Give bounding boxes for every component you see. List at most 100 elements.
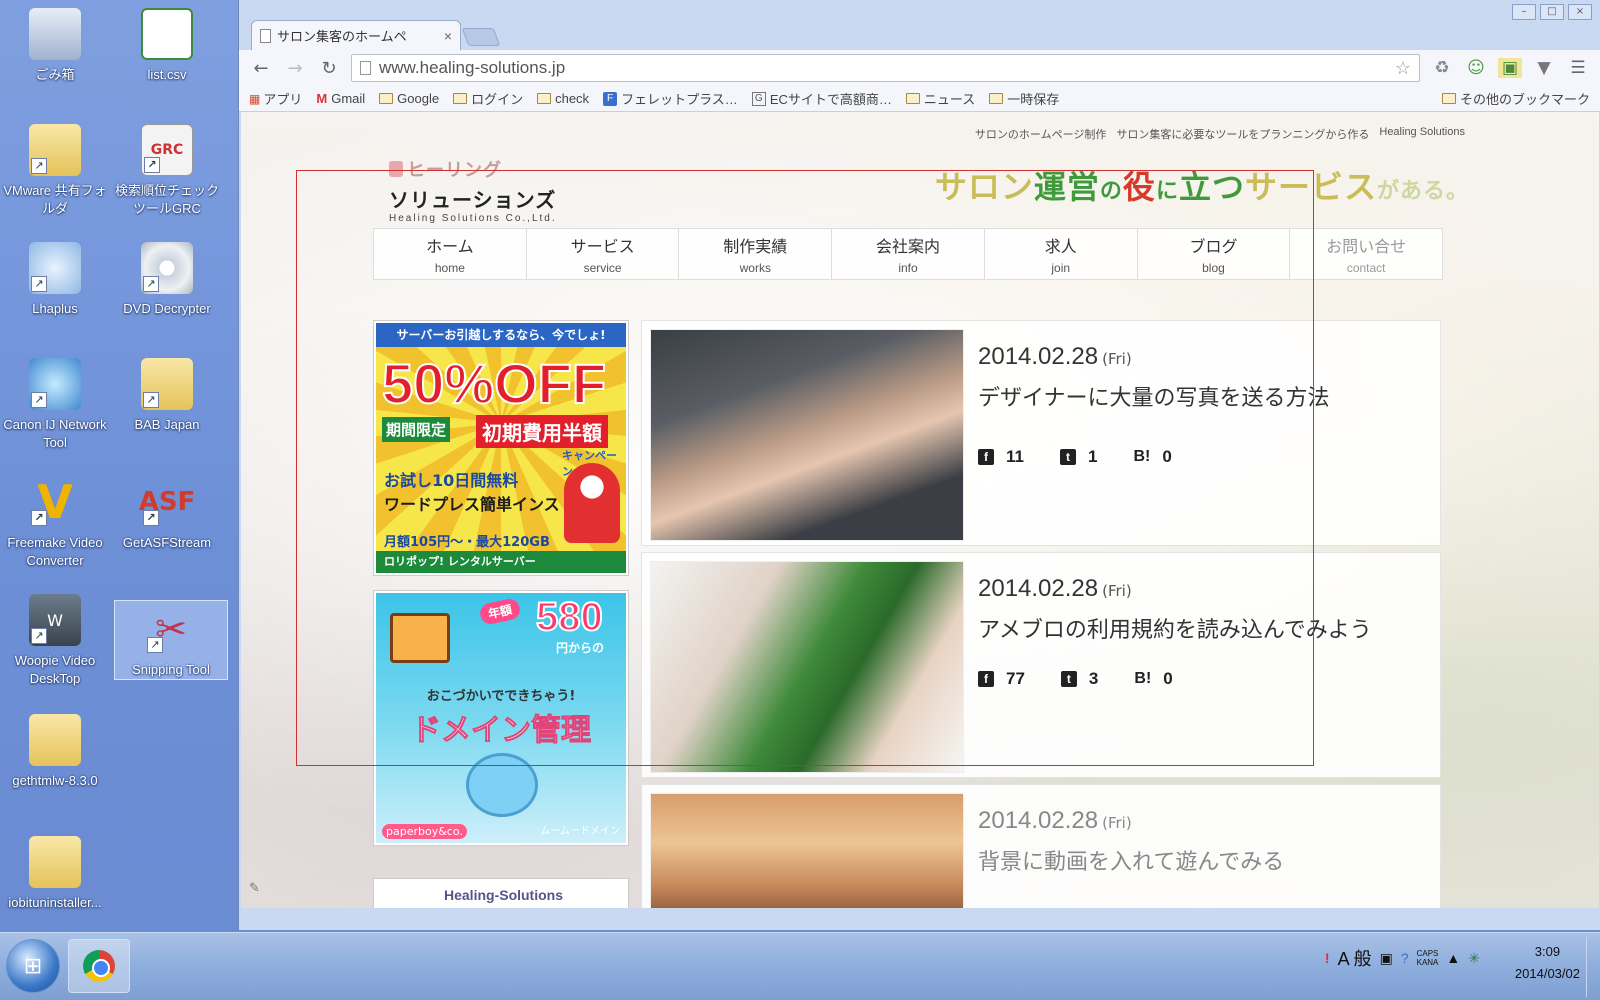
bookmark-other[interactable]: その他のブックマーク — [1441, 89, 1590, 108]
blog-post-card[interactable]: 2014.02.28 (Fri) デザイナーに大量の写真を送る方法 f 11 t1 … — [641, 320, 1441, 546]
post-title[interactable]: 背景に動画を入れて遊んでみる — [978, 845, 1418, 881]
healing-solutions-widget[interactable]: Healing-Solutions — [373, 878, 629, 908]
ime-tools-icon[interactable]: ▣ — [1380, 950, 1393, 967]
extension-page-icon[interactable]: ▣ — [1498, 58, 1522, 78]
desktop-icon-lhaplus[interactable]: ↗ Lhaplus — [0, 242, 112, 318]
shortcut-arrow-icon: ↗ — [31, 158, 47, 174]
twitter-share[interactable]: t3 — [1060, 669, 1099, 689]
folder-icon — [905, 93, 920, 104]
muumuu-domain-banner[interactable]: 年額 580 円からの おこづかいでできちゃう! ドメイン管理 paperboy… — [373, 590, 629, 846]
extension-recycle-icon[interactable]: ♻ — [1430, 58, 1454, 78]
post-title[interactable]: デザイナーに大量の写真を送る方法 — [978, 381, 1418, 417]
nav-home[interactable]: ホーム home — [374, 229, 527, 279]
folder-icon — [1441, 93, 1456, 104]
show-desktop-button[interactable] — [1586, 937, 1600, 997]
url-text[interactable]: www.healing-solutions.jp — [379, 58, 1387, 78]
show-hidden-icons-arrow[interactable]: ▲ — [1446, 950, 1460, 966]
extension-green-icon[interactable]: ☺ — [1464, 58, 1488, 78]
shortcut-arrow-icon: ↗ — [31, 392, 47, 408]
close-window-button[interactable]: × — [1568, 4, 1592, 20]
facebook-share[interactable]: f 77 — [978, 669, 1025, 689]
twitter-share[interactable]: t1 — [1059, 447, 1097, 467]
taskbar-chrome-button[interactable] — [68, 939, 130, 993]
site-logo[interactable]: ヒーリング ソリューションズ Healing Solutions Co.,Ltd… — [389, 156, 557, 224]
new-tab-button[interactable] — [461, 28, 501, 46]
desktop-icon-vmware-folder[interactable]: ↗ VMware 共有フォルダ — [0, 124, 112, 218]
desktop-icon-recycle-bin[interactable]: ごみ箱 — [0, 8, 112, 84]
nav-service[interactable]: サービス service — [527, 229, 680, 279]
slogan-part: サービス — [1244, 168, 1377, 206]
desktop-icon-label: Woopie Video DeskTop — [14, 653, 96, 686]
action-center-flag-icon[interactable]: ! — [1325, 950, 1330, 966]
bookmark-gmail[interactable]: M Gmail — [316, 91, 365, 106]
twitter-count: 3 — [1088, 669, 1099, 688]
desktop-icon-label: Freemake Video Converter — [7, 535, 103, 568]
start-button[interactable]: ⊞ — [6, 939, 60, 993]
desktop-icon-snipping-tool[interactable]: ✂ ↗ Snipping Tool — [114, 600, 228, 680]
bookmark-check[interactable]: check — [537, 91, 589, 106]
maximize-button[interactable]: □ — [1540, 4, 1564, 20]
system-tray: ! A 般 ▣ ? CAPS KANA ▲ ✳ — [1325, 945, 1480, 971]
blog-post-card[interactable]: 2014.02.28 (Fri) 背景に動画を入れて遊んでみる — [641, 784, 1441, 908]
page-icon — [360, 61, 371, 75]
help-icon[interactable]: ? — [1401, 950, 1409, 966]
nav-info[interactable]: 会社案内 info — [832, 229, 985, 279]
nav-blog[interactable]: ブログ blog — [1138, 229, 1291, 279]
bookmark-ferret-plus[interactable]: F フェレットプラス… — [603, 89, 738, 108]
banner-price: 580 — [535, 594, 604, 640]
desktop-icon-gethtmlw[interactable]: gethtmlw-8.3.0 — [0, 714, 112, 790]
back-icon[interactable]: ← — [249, 58, 273, 79]
hatena-share[interactable]: B! 0 — [1133, 447, 1171, 467]
bookmark-google[interactable]: Google — [379, 91, 439, 106]
bookmark-news[interactable]: ニュース — [905, 89, 975, 108]
ime-indicator[interactable]: A 般 — [1338, 945, 1372, 971]
bookmark-apps[interactable]: ▦ アプリ — [249, 89, 302, 108]
hatena-share[interactable]: B! 0 — [1134, 669, 1172, 689]
edit-pencil-icon[interactable]: ✎ — [249, 881, 260, 896]
desktop-icon-grc[interactable]: GRC ↗ 検索順位チェックツールGRC — [110, 124, 224, 218]
desktop-icon-label: BAB Japan — [134, 417, 200, 432]
bookmark-ec-site[interactable]: G ECサイトで高額商… — [751, 89, 892, 108]
post-thumbnail[interactable] — [650, 793, 964, 908]
blog-post-card[interactable]: 2014.02.28 (Fri) アメブロの利用規約を読み込んでみよう f 77 t… — [641, 552, 1441, 778]
desktop-icon-getasfstream[interactable]: ASF ↗ GetASFStream — [110, 476, 224, 552]
network-icon[interactable]: ✳ — [1468, 950, 1480, 967]
nav-contact[interactable]: お問い合せ contact — [1290, 229, 1442, 279]
browser-tab[interactable]: サロン集客のホームペ × — [251, 20, 461, 50]
folder-icon — [29, 714, 81, 766]
facebook-share[interactable]: f 11 — [978, 447, 1024, 467]
minimize-button[interactable]: – — [1512, 4, 1536, 20]
hatena-count: 0 — [1162, 447, 1172, 466]
address-bar[interactable]: www.healing-solutions.jp ☆ — [351, 54, 1420, 82]
post-body: 2014.02.28 (Fri) アメブロの利用規約を読み込んでみよう f 77 t… — [964, 561, 1432, 769]
bookmark-temp-save[interactable]: 一時保存 — [989, 89, 1059, 108]
lolipop-banner[interactable]: サーバーお引越しするなら、今でしょ! 50%OFF 期間限定 初期費用半額 キャ… — [373, 320, 629, 576]
grc-app-icon: GRC ↗ — [141, 124, 193, 176]
tab-close-icon[interactable]: × — [444, 28, 452, 44]
desktop-icon-list-csv[interactable]: list.csv — [110, 8, 224, 84]
menu-icon[interactable]: ☰ — [1566, 58, 1590, 78]
post-thumbnail[interactable] — [650, 329, 964, 541]
bookmark-login[interactable]: ログイン — [453, 89, 523, 108]
caps-kana-indicator: CAPS KANA — [1417, 949, 1439, 967]
forward-icon[interactable]: → — [283, 58, 307, 79]
desktop-icon-bab-japan[interactable]: ↗ BAB Japan — [110, 358, 224, 434]
slogan-part: サロン — [934, 168, 1034, 206]
desktop-icon-dvd-decrypter[interactable]: ↗ DVD Decrypter — [110, 242, 224, 318]
desktop-icon-iobit[interactable]: iobituninstaller... — [0, 836, 112, 912]
reload-icon[interactable]: ↻ — [317, 58, 341, 79]
desktop-icon-freemake[interactable]: V ↗ Freemake Video Converter — [0, 475, 112, 570]
nav-join[interactable]: 求人 join — [985, 229, 1138, 279]
extension-filter-icon[interactable]: ▼ — [1532, 58, 1556, 78]
folder-icon — [537, 93, 552, 104]
dvd-icon: ↗ — [141, 242, 193, 294]
post-thumbnail[interactable] — [650, 561, 964, 773]
desktop-icon-woopie[interactable]: W ↗ Woopie Video DeskTop — [0, 594, 112, 688]
desktop-icon-canon-ij[interactable]: ↗ Canon IJ Network Tool — [0, 358, 112, 452]
nav-works[interactable]: 制作実績 works — [679, 229, 833, 279]
nav-sublabel: contact — [1346, 261, 1386, 275]
desktop-icon-label: list.csv — [147, 67, 187, 82]
bookmark-star-icon[interactable]: ☆ — [1395, 58, 1411, 79]
post-title[interactable]: アメブロの利用規約を読み込んでみよう — [978, 613, 1418, 649]
taskbar-clock[interactable]: 3:09 2014/03/02 — [1515, 941, 1580, 985]
